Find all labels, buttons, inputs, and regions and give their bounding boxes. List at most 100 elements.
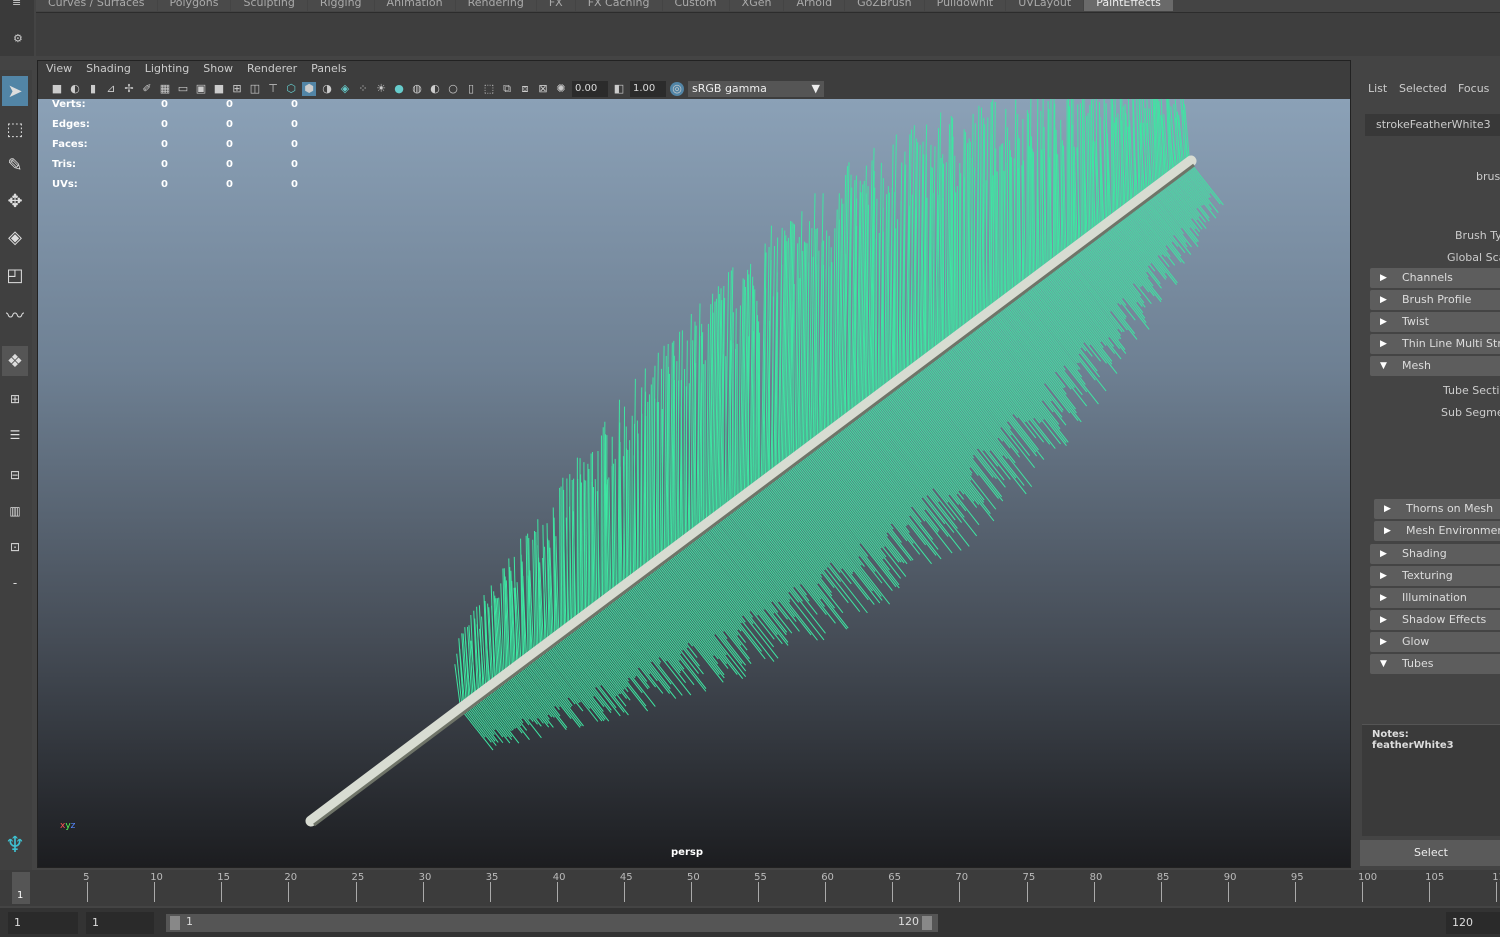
ae-menu-selected[interactable]: Selected [1399,82,1447,95]
ae-frame-brush-profile[interactable]: ▶ Brush Profile [1370,290,1500,310]
default-material-icon[interactable]: ◑ [320,82,334,96]
layout-four-icon[interactable]: ⊞ [2,384,28,414]
shelf-tab[interactable]: GoZBrush [845,0,924,11]
paint-select-icon[interactable]: ✎ [2,150,28,180]
viewport-menu-item[interactable]: Panels [311,61,346,77]
viewport-menu-item[interactable]: Lighting [145,61,189,77]
isolate-select-icon[interactable]: ⬚ [482,82,496,96]
ae-frame-shadow-effects[interactable]: ▶ Shadow Effects [1370,610,1500,630]
layout-menu-icon[interactable]: - [2,568,28,598]
grease-pencil-icon[interactable]: ✐ [140,82,154,96]
camera-attr-icon[interactable]: ◐ [68,82,82,96]
gate-mask-icon[interactable]: ■ [212,82,226,96]
ao-icon[interactable]: ◍ [410,82,424,96]
shelf-tab[interactable]: Sculpting [231,0,307,11]
shelf-tab[interactable]: UVLayout [1006,0,1084,11]
current-time-marker[interactable]: 1 [12,872,30,904]
wireframe-on-shaded-icon[interactable]: ◈ [338,82,352,96]
scale-tool-icon[interactable]: ◰ [2,260,28,290]
grid-icon[interactable]: ▦ [158,82,172,96]
shelf-tab[interactable]: Polygons [157,0,231,11]
camera-icon[interactable]: ■ [50,82,64,96]
ae-frame-twist[interactable]: ▶ Twist [1370,312,1500,332]
shelf-tab[interactable]: Rendering [455,0,536,11]
shelf-tab[interactable]: Animation [374,0,455,11]
gamma-icon[interactable]: ◧ [612,82,626,96]
xray-active-icon[interactable]: ⧈ [518,82,532,96]
range-end-handle[interactable] [922,916,932,930]
exposure-field[interactable]: 0.00 [572,81,608,97]
layout-graph-icon[interactable]: ⊟ [2,460,28,490]
select-tool-icon[interactable]: ➤ [2,76,28,106]
shelf-tab[interactable]: Curves / Surfaces [36,0,157,11]
image-plane-icon[interactable]: ⊿ [104,82,118,96]
safe-title-icon[interactable]: ⊤ [266,82,280,96]
depth-icon[interactable]: ▯ [464,82,478,96]
ae-frame-illumination[interactable]: ▶ Illumination [1370,588,1500,608]
bookmark-icon[interactable]: ▮ [86,82,100,96]
shelf-tab[interactable]: FX [536,0,575,11]
lights-icon[interactable]: ☀ [374,82,388,96]
move-tool-icon[interactable]: ✥ [2,186,28,216]
shelf-tab[interactable]: Pulldownit [924,0,1006,11]
resolution-gate-icon[interactable]: ▣ [194,82,208,96]
shelf-tab[interactable]: Arnold [784,0,845,11]
antialias-icon[interactable]: ○ [446,82,460,96]
exposure-icon[interactable]: ✺ [554,82,568,96]
layout-columns-icon[interactable]: ▥ [2,496,28,526]
ae-frame-tubes[interactable]: ▼ Tubes [1370,654,1500,674]
range-slider[interactable]: 1 120 [166,914,938,932]
paint-effects-brush-icon[interactable]: 〰 [2,300,28,330]
rotate-tool-icon[interactable]: ◈ [2,222,28,252]
time-slider[interactable]: 1 5 10 15 20 25 30 35 40 45 50 55 60 65 70 75 80 85 90 95 1… [0,870,1500,906]
feather-stroke[interactable] [38,99,1350,867]
layout-node-icon[interactable]: ⊡ [2,532,28,562]
shelf-tab[interactable]: PaintEffects [1084,0,1173,11]
viewport-menu-item[interactable]: Renderer [247,61,297,77]
lasso-tool-icon[interactable]: ⬚ [2,114,28,144]
motion-blur-icon[interactable]: ◐ [428,82,442,96]
color-space-dropdown[interactable]: sRGB gamma ▼ [688,81,824,97]
field-chart-icon[interactable]: ⊞ [230,82,244,96]
layout-single-icon[interactable]: ❖ [2,346,28,376]
viewport-canvas[interactable]: Verts: 0 0 0 Edges: 0 0 0 Faces: 0 0 0 Tris: 0 0 0 UVs: 0… [38,99,1350,867]
ae-frame-thorns-on-mesh[interactable]: ▶ Thorns on Mesh [1374,499,1500,519]
ae-frame-channels[interactable]: ▶ Channels [1370,268,1500,288]
gear-icon[interactable]: ⚙ [13,32,23,45]
notes-area[interactable]: Notes: featherWhite3 [1362,724,1500,836]
safe-action-icon[interactable]: ◫ [248,82,262,96]
viewport-menu-item[interactable]: Shading [86,61,131,77]
smooth-shade-icon[interactable]: ⬢ [302,82,316,96]
2d-pan-icon[interactable]: ✢ [122,82,136,96]
color-management-icon[interactable]: ◎ [670,82,684,96]
ae-frame-mesh-environmen[interactable]: ▶ Mesh Environmen [1374,521,1500,541]
ae-frame-thin-line-multi-str[interactable]: ▶ Thin Line Multi Str [1370,334,1500,354]
ae-menu-list[interactable]: List [1368,82,1387,95]
anim-start-field[interactable]: 1 [86,912,154,934]
range-start-handle[interactable] [170,916,180,930]
ae-frame-mesh[interactable]: ▼ Mesh [1370,356,1500,376]
wireframe-icon[interactable]: ⬡ [284,82,298,96]
viewport-menu-item[interactable]: View [46,61,72,77]
component-icon[interactable]: ⊠ [536,82,550,96]
film-gate-icon[interactable]: ▭ [176,82,190,96]
menu-icon[interactable]: ≡ [12,0,21,9]
shelf-tab[interactable]: XGen [729,0,784,11]
ae-frame-shading[interactable]: ▶ Shading [1370,544,1500,564]
xray-icon[interactable]: ⁘ [356,82,370,96]
ae-node-tab[interactable]: strokeFeatherWhite3 [1365,114,1500,136]
start-time-field[interactable]: 1 [8,912,78,934]
shelf-tab[interactable]: Custom [662,0,729,11]
ae-frame-glow[interactable]: ▶ Glow [1370,632,1500,652]
ae-menu-focus[interactable]: Focus [1458,82,1489,95]
shadows-icon[interactable]: ● [392,82,406,96]
shelf-tab[interactable]: Rigging [307,0,374,11]
layout-outliner-icon[interactable]: ☰ [2,420,28,450]
anim-end-field[interactable]: 120 [1446,912,1500,934]
shelf-tab[interactable]: FX Caching [575,0,662,11]
gamma-field[interactable]: 1.00 [630,81,666,97]
xray-joints-icon[interactable]: ⧉ [500,82,514,96]
select-button[interactable]: Select [1360,840,1500,866]
ae-frame-texturing[interactable]: ▶ Texturing [1370,566,1500,586]
viewport-menu-item[interactable]: Show [203,61,233,77]
